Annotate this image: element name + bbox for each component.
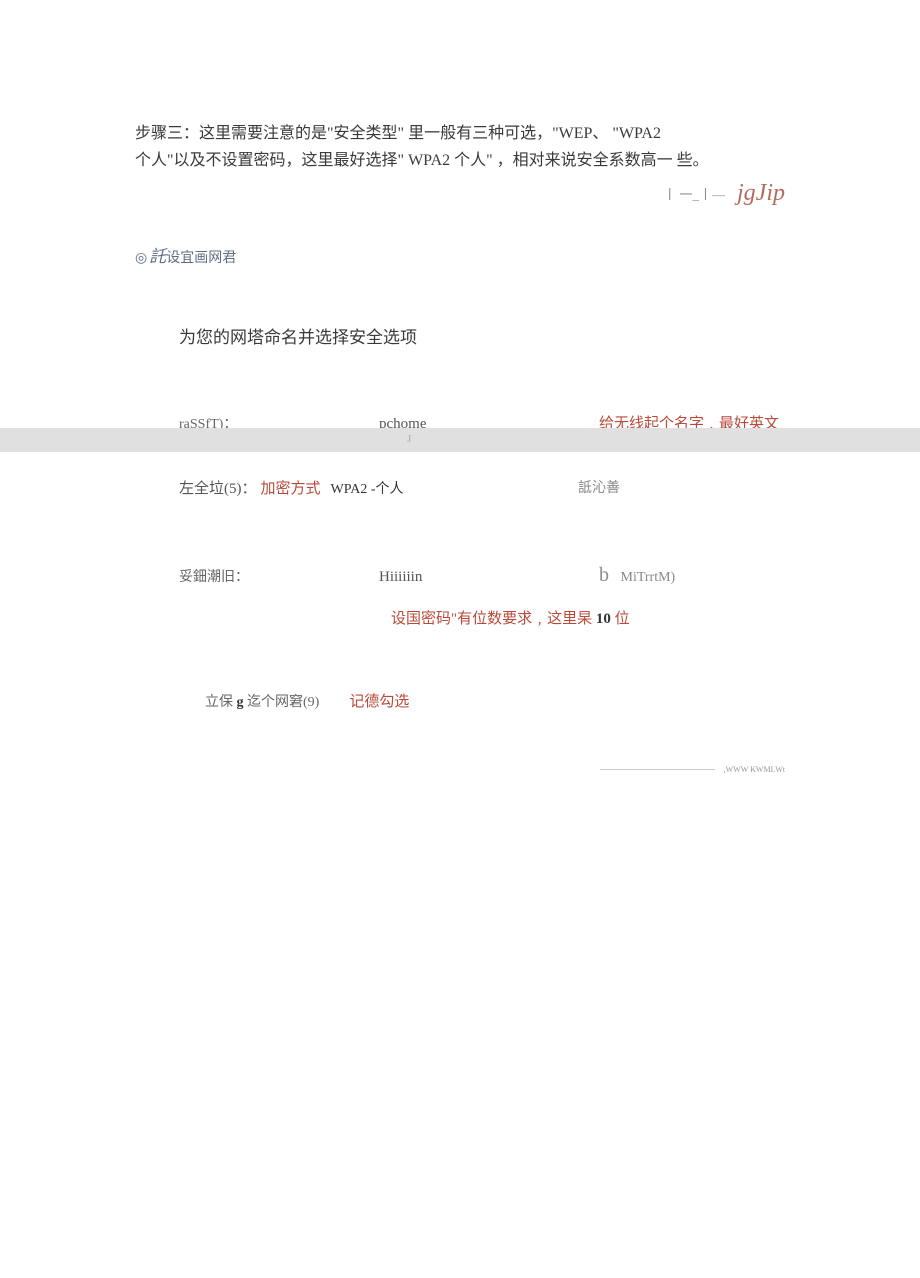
security-annotation-inline: 加密方式 — [261, 477, 321, 498]
security-row: 左全垃(5)： 加密方式 WPA2 -个人 詆沁善 — [179, 477, 785, 498]
password-right-text: MiTrrtM) — [621, 570, 676, 585]
save-prefix: 立保 — [205, 695, 237, 710]
password-right-group: b MiTrrtM) — [599, 564, 675, 587]
gray-band: J — [0, 428, 920, 452]
security-value[interactable]: WPA2 -个人 — [331, 478, 404, 498]
header-italic-text: 託 — [149, 242, 166, 267]
password-label: 妥鈿潮旧： — [179, 566, 379, 586]
security-label: 左全垃(5)： — [179, 477, 257, 498]
target-icon: ◎ — [135, 250, 147, 267]
intro-paragraph: 步骤三：这里需要注意的是"安全类型" 里一般有三种可选，"WEP、 "WPA2 … — [135, 120, 785, 174]
password-value[interactable]: Hiiiiiin — [379, 569, 599, 586]
password-note-prefix: 设国密码"有位数要求﹐这里杲 — [391, 611, 596, 627]
decoration-marks: 丨 一_丨— — [663, 187, 725, 202]
dialog-header: ◎ 託 设宜画网君 — [135, 242, 785, 267]
save-g: g — [237, 695, 244, 710]
footer-line — [600, 769, 715, 770]
password-note: 设国密码"有位数要求﹐这里杲 10 位 — [391, 607, 785, 628]
password-note-bold: 10 — [596, 611, 611, 627]
gray-band-char: J — [407, 433, 411, 445]
decoration-word: jgJip — [737, 180, 785, 206]
password-row: 妥鈿潮旧： Hiiiiiin b MiTrrtM) — [179, 564, 785, 587]
password-note-suffix: 位 — [611, 611, 630, 627]
intro-line-2: 个人"以及不设置密码，这里最好选择" WPA2 个人" ，相对来说安全系数高一 … — [135, 152, 709, 169]
footer-watermark: ,WWW KWMI.Wt — [724, 765, 785, 774]
section-title: 为您的网塔命名并选择安全选项 — [179, 323, 785, 348]
save-network-label: 立保 g 迄个网窘(9) — [205, 691, 319, 711]
intro-line-1: 步骤三：这里需要注意的是"安全类型" 里一般有三种可选，"WEP、 "WPA2 — [135, 125, 661, 142]
save-middle: 迄个网窘(9) — [244, 695, 320, 710]
b-letter-icon: b — [599, 564, 609, 586]
save-annotation: 记德勾选 — [349, 690, 409, 711]
save-network-row: 立保 g 迄个网窘(9) 记德勾选 — [205, 690, 785, 711]
security-right-text: 詆沁善 — [578, 477, 620, 497]
header-rest-text: 设宜画网君 — [166, 247, 236, 267]
decoration-row: 丨 一_丨— jgJip — [135, 180, 785, 207]
